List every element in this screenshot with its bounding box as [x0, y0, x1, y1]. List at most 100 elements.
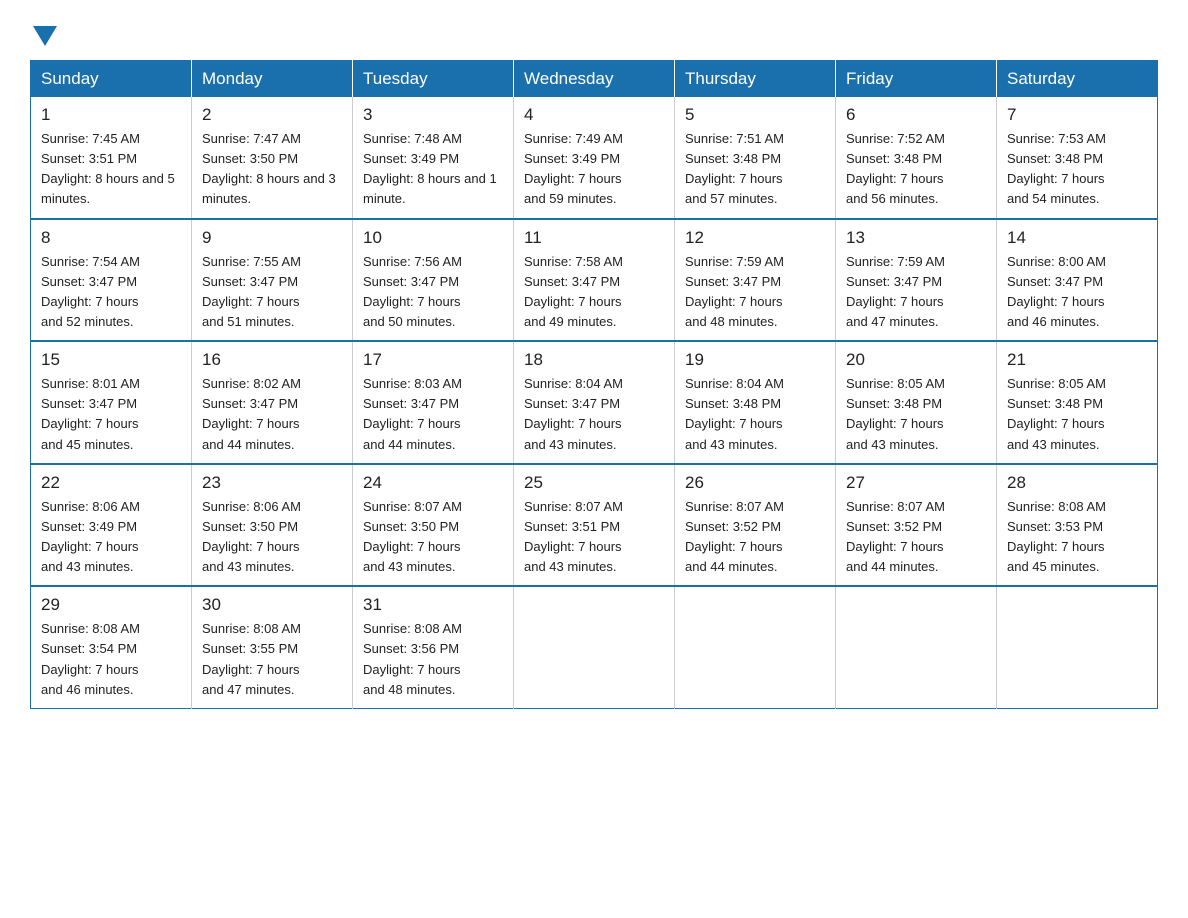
- day-info: Sunrise: 7:56 AM Sunset: 3:47 PM Dayligh…: [363, 252, 503, 333]
- day-info: Sunrise: 8:02 AM Sunset: 3:47 PM Dayligh…: [202, 374, 342, 455]
- day-number: 20: [846, 350, 986, 370]
- day-number: 3: [363, 105, 503, 125]
- day-info: Sunrise: 7:51 AM Sunset: 3:48 PM Dayligh…: [685, 129, 825, 210]
- day-number: 28: [1007, 473, 1147, 493]
- calendar-cell: 1 Sunrise: 7:45 AM Sunset: 3:51 PM Dayli…: [31, 97, 192, 219]
- day-number: 23: [202, 473, 342, 493]
- day-info: Sunrise: 8:08 AM Sunset: 3:54 PM Dayligh…: [41, 619, 181, 700]
- day-number: 18: [524, 350, 664, 370]
- day-number: 13: [846, 228, 986, 248]
- calendar-cell: [836, 586, 997, 708]
- day-number: 24: [363, 473, 503, 493]
- day-number: 21: [1007, 350, 1147, 370]
- day-number: 8: [41, 228, 181, 248]
- calendar-week-1: 1 Sunrise: 7:45 AM Sunset: 3:51 PM Dayli…: [31, 97, 1158, 219]
- day-info: Sunrise: 7:59 AM Sunset: 3:47 PM Dayligh…: [685, 252, 825, 333]
- day-number: 1: [41, 105, 181, 125]
- calendar-cell: 10 Sunrise: 7:56 AM Sunset: 3:47 PM Dayl…: [353, 219, 514, 342]
- calendar-cell: 4 Sunrise: 7:49 AM Sunset: 3:49 PM Dayli…: [514, 97, 675, 219]
- calendar-header-row: SundayMondayTuesdayWednesdayThursdayFrid…: [31, 61, 1158, 98]
- day-number: 9: [202, 228, 342, 248]
- calendar-cell: [997, 586, 1158, 708]
- calendar-cell: 24 Sunrise: 8:07 AM Sunset: 3:50 PM Dayl…: [353, 464, 514, 587]
- day-number: 26: [685, 473, 825, 493]
- day-number: 10: [363, 228, 503, 248]
- day-info: Sunrise: 8:06 AM Sunset: 3:49 PM Dayligh…: [41, 497, 181, 578]
- day-number: 7: [1007, 105, 1147, 125]
- calendar-cell: 23 Sunrise: 8:06 AM Sunset: 3:50 PM Dayl…: [192, 464, 353, 587]
- calendar-cell: 5 Sunrise: 7:51 AM Sunset: 3:48 PM Dayli…: [675, 97, 836, 219]
- day-info: Sunrise: 7:52 AM Sunset: 3:48 PM Dayligh…: [846, 129, 986, 210]
- calendar-cell: 11 Sunrise: 7:58 AM Sunset: 3:47 PM Dayl…: [514, 219, 675, 342]
- day-info: Sunrise: 8:07 AM Sunset: 3:52 PM Dayligh…: [846, 497, 986, 578]
- calendar-cell: 15 Sunrise: 8:01 AM Sunset: 3:47 PM Dayl…: [31, 341, 192, 464]
- day-number: 29: [41, 595, 181, 615]
- calendar-cell: 26 Sunrise: 8:07 AM Sunset: 3:52 PM Dayl…: [675, 464, 836, 587]
- calendar-cell: 16 Sunrise: 8:02 AM Sunset: 3:47 PM Dayl…: [192, 341, 353, 464]
- calendar-cell: 31 Sunrise: 8:08 AM Sunset: 3:56 PM Dayl…: [353, 586, 514, 708]
- calendar-cell: 9 Sunrise: 7:55 AM Sunset: 3:47 PM Dayli…: [192, 219, 353, 342]
- calendar-cell: [675, 586, 836, 708]
- calendar-week-2: 8 Sunrise: 7:54 AM Sunset: 3:47 PM Dayli…: [31, 219, 1158, 342]
- day-info: Sunrise: 8:05 AM Sunset: 3:48 PM Dayligh…: [846, 374, 986, 455]
- day-info: Sunrise: 7:55 AM Sunset: 3:47 PM Dayligh…: [202, 252, 342, 333]
- calendar-cell: 22 Sunrise: 8:06 AM Sunset: 3:49 PM Dayl…: [31, 464, 192, 587]
- day-info: Sunrise: 8:04 AM Sunset: 3:48 PM Dayligh…: [685, 374, 825, 455]
- day-number: 31: [363, 595, 503, 615]
- column-header-thursday: Thursday: [675, 61, 836, 98]
- calendar-cell: 25 Sunrise: 8:07 AM Sunset: 3:51 PM Dayl…: [514, 464, 675, 587]
- logo-triangle-icon: [33, 26, 57, 46]
- day-number: 15: [41, 350, 181, 370]
- column-header-wednesday: Wednesday: [514, 61, 675, 98]
- day-info: Sunrise: 7:53 AM Sunset: 3:48 PM Dayligh…: [1007, 129, 1147, 210]
- day-number: 4: [524, 105, 664, 125]
- day-number: 12: [685, 228, 825, 248]
- day-info: Sunrise: 7:59 AM Sunset: 3:47 PM Dayligh…: [846, 252, 986, 333]
- day-info: Sunrise: 8:03 AM Sunset: 3:47 PM Dayligh…: [363, 374, 503, 455]
- calendar-cell: 8 Sunrise: 7:54 AM Sunset: 3:47 PM Dayli…: [31, 219, 192, 342]
- calendar-week-4: 22 Sunrise: 8:06 AM Sunset: 3:49 PM Dayl…: [31, 464, 1158, 587]
- day-info: Sunrise: 7:48 AM Sunset: 3:49 PM Dayligh…: [363, 129, 503, 210]
- day-info: Sunrise: 8:05 AM Sunset: 3:48 PM Dayligh…: [1007, 374, 1147, 455]
- calendar-cell: 17 Sunrise: 8:03 AM Sunset: 3:47 PM Dayl…: [353, 341, 514, 464]
- calendar-cell: 6 Sunrise: 7:52 AM Sunset: 3:48 PM Dayli…: [836, 97, 997, 219]
- day-info: Sunrise: 8:07 AM Sunset: 3:50 PM Dayligh…: [363, 497, 503, 578]
- calendar-cell: 27 Sunrise: 8:07 AM Sunset: 3:52 PM Dayl…: [836, 464, 997, 587]
- day-info: Sunrise: 8:08 AM Sunset: 3:55 PM Dayligh…: [202, 619, 342, 700]
- day-info: Sunrise: 8:07 AM Sunset: 3:52 PM Dayligh…: [685, 497, 825, 578]
- logo: [30, 20, 57, 42]
- calendar-cell: 18 Sunrise: 8:04 AM Sunset: 3:47 PM Dayl…: [514, 341, 675, 464]
- day-number: 16: [202, 350, 342, 370]
- calendar-cell: 20 Sunrise: 8:05 AM Sunset: 3:48 PM Dayl…: [836, 341, 997, 464]
- calendar-cell: 12 Sunrise: 7:59 AM Sunset: 3:47 PM Dayl…: [675, 219, 836, 342]
- day-info: Sunrise: 8:08 AM Sunset: 3:53 PM Dayligh…: [1007, 497, 1147, 578]
- day-number: 5: [685, 105, 825, 125]
- calendar-cell: 3 Sunrise: 7:48 AM Sunset: 3:49 PM Dayli…: [353, 97, 514, 219]
- day-number: 11: [524, 228, 664, 248]
- calendar-cell: 2 Sunrise: 7:47 AM Sunset: 3:50 PM Dayli…: [192, 97, 353, 219]
- day-number: 6: [846, 105, 986, 125]
- day-info: Sunrise: 8:06 AM Sunset: 3:50 PM Dayligh…: [202, 497, 342, 578]
- calendar-cell: [514, 586, 675, 708]
- column-header-friday: Friday: [836, 61, 997, 98]
- day-number: 17: [363, 350, 503, 370]
- calendar-cell: 14 Sunrise: 8:00 AM Sunset: 3:47 PM Dayl…: [997, 219, 1158, 342]
- calendar-cell: 19 Sunrise: 8:04 AM Sunset: 3:48 PM Dayl…: [675, 341, 836, 464]
- day-number: 14: [1007, 228, 1147, 248]
- column-header-tuesday: Tuesday: [353, 61, 514, 98]
- day-number: 2: [202, 105, 342, 125]
- day-info: Sunrise: 8:00 AM Sunset: 3:47 PM Dayligh…: [1007, 252, 1147, 333]
- calendar-cell: 28 Sunrise: 8:08 AM Sunset: 3:53 PM Dayl…: [997, 464, 1158, 587]
- calendar-cell: 21 Sunrise: 8:05 AM Sunset: 3:48 PM Dayl…: [997, 341, 1158, 464]
- day-info: Sunrise: 7:58 AM Sunset: 3:47 PM Dayligh…: [524, 252, 664, 333]
- calendar-table: SundayMondayTuesdayWednesdayThursdayFrid…: [30, 60, 1158, 709]
- day-info: Sunrise: 8:07 AM Sunset: 3:51 PM Dayligh…: [524, 497, 664, 578]
- day-info: Sunrise: 7:45 AM Sunset: 3:51 PM Dayligh…: [41, 129, 181, 210]
- day-number: 19: [685, 350, 825, 370]
- day-number: 30: [202, 595, 342, 615]
- calendar-cell: 30 Sunrise: 8:08 AM Sunset: 3:55 PM Dayl…: [192, 586, 353, 708]
- day-info: Sunrise: 7:49 AM Sunset: 3:49 PM Dayligh…: [524, 129, 664, 210]
- day-number: 27: [846, 473, 986, 493]
- calendar-cell: 13 Sunrise: 7:59 AM Sunset: 3:47 PM Dayl…: [836, 219, 997, 342]
- day-number: 25: [524, 473, 664, 493]
